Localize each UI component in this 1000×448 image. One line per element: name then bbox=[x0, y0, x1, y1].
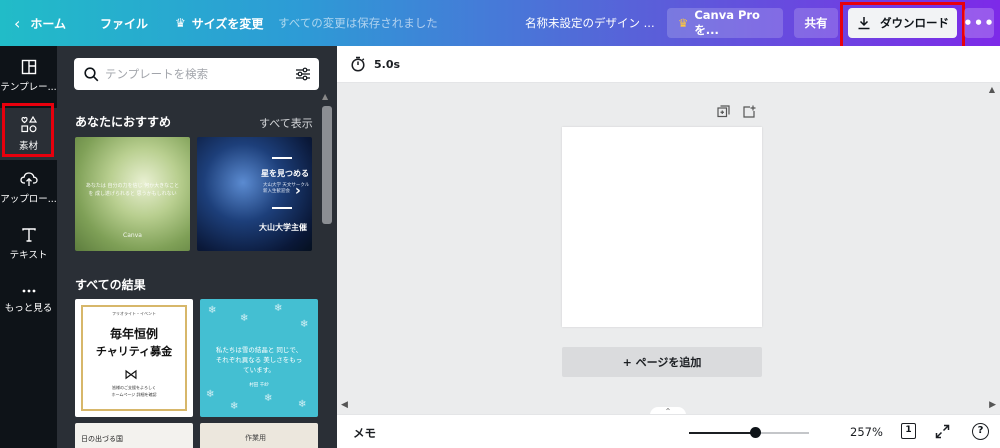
bowtie-icon: ⋈ bbox=[124, 367, 138, 383]
fullscreen-icon[interactable] bbox=[935, 424, 950, 439]
zoom-slider-knob[interactable] bbox=[750, 427, 761, 438]
template-rule bbox=[272, 207, 292, 209]
text-icon bbox=[21, 228, 36, 242]
snowflake-icon: ❄ bbox=[230, 401, 239, 412]
template-subtitle: チャリティ募金 bbox=[95, 345, 173, 358]
top-bar: ‹ ホーム ファイル ♛ サイズを変更 すべての変更は保存されました 名称未設定… bbox=[0, 0, 1000, 53]
snowflake-icon: ❄ bbox=[300, 319, 309, 330]
canva-pro-label: Canva Proを... bbox=[694, 8, 760, 37]
template-thumbnail[interactable]: 星を見つめる 大山大学 天文サークル 新入生歓迎会 大山大学主催 › bbox=[197, 137, 312, 251]
template-title: 日の出づる国 bbox=[81, 435, 123, 443]
rail-label: もっと見る bbox=[4, 303, 53, 314]
zoom-slider-track[interactable] bbox=[689, 432, 755, 434]
template-subtext: 大山大学 天文サークル 新入生歓迎会 bbox=[263, 183, 310, 194]
rail-label: テキスト bbox=[9, 250, 48, 261]
scroll-right-icon[interactable]: ▶ bbox=[989, 400, 996, 410]
bottom-bar: メモ 257% 1 ? bbox=[337, 414, 1000, 448]
side-panel: テンプレートを検索 あなたにおすすめ すべて表示 あなたは 自分の力を信じ 何か… bbox=[57, 46, 337, 448]
template-icon bbox=[21, 59, 36, 75]
filter-icon[interactable] bbox=[295, 66, 311, 82]
template-title: 毎年恒例 bbox=[109, 327, 158, 341]
template-signature: Canva bbox=[123, 232, 142, 239]
canvas-area: ▲ + ページを追加 ◀ ▶ ⌃ bbox=[337, 83, 1000, 417]
resize-label: サイズを変更 bbox=[191, 16, 264, 31]
home-label: ホーム bbox=[30, 16, 67, 31]
template-quote: 私たちは雪の結晶と 同じで、それぞれ異なる 美しさをもっています。 bbox=[215, 346, 303, 374]
left-rail: テンプレー... 素材 アップロー... テキスト もっと見る bbox=[0, 46, 57, 448]
snowflake-icon: ❄ bbox=[240, 313, 249, 324]
template-title: 作業用 bbox=[245, 434, 266, 442]
search-placeholder: テンプレートを検索 bbox=[105, 67, 209, 81]
notes-button[interactable]: メモ bbox=[353, 425, 376, 441]
template-small-text: 皆様のご支援をよろしく bbox=[112, 385, 156, 390]
template-text: あなたは 自分の力を信じ 何か大きなことを 成し遂げられると 思うかもしれない bbox=[85, 183, 180, 197]
results-heading: すべての結果 bbox=[75, 278, 146, 292]
zoom-level[interactable]: 257% bbox=[850, 425, 883, 439]
canva-pro-button[interactable]: ♛ Canva Proを... bbox=[667, 8, 783, 38]
template-thumbnail[interactable]: 作業用 bbox=[200, 423, 318, 448]
upload-cloud-icon bbox=[19, 172, 38, 186]
panel-scrollbar[interactable]: ▲ bbox=[321, 92, 333, 448]
rail-item-uploads[interactable]: アップロー... bbox=[0, 162, 57, 214]
rail-item-more[interactable]: もっと見る bbox=[0, 274, 57, 326]
zoom-slider-rest bbox=[755, 432, 809, 434]
design-page[interactable] bbox=[562, 127, 762, 327]
duration-button[interactable]: 5.0s bbox=[350, 56, 400, 72]
add-page-icon[interactable] bbox=[743, 105, 756, 118]
scroll-thumb[interactable] bbox=[322, 106, 332, 224]
template-author: 村田 千紗 bbox=[249, 383, 269, 388]
crown-icon: ♛ bbox=[678, 16, 689, 30]
scroll-up-icon[interactable]: ▲ bbox=[989, 85, 995, 94]
search-icon bbox=[84, 66, 99, 81]
template-thumbnail[interactable]: フリオライト・イベント 毎年恒例 チャリティ募金 ⋈ 皆様のご支援をよろしく ホ… bbox=[75, 299, 193, 417]
home-button[interactable]: ‹ ホーム bbox=[14, 0, 66, 46]
add-page-button[interactable]: + ページを追加 bbox=[562, 347, 762, 377]
template-rule bbox=[272, 157, 292, 159]
stopwatch-icon bbox=[351, 56, 365, 72]
template-title: 星を見つめる bbox=[261, 169, 309, 178]
elements-highlight-box bbox=[2, 103, 54, 157]
crown-icon: ♛ bbox=[175, 16, 186, 30]
template-thumbnail[interactable]: ❄ ❄ ❄ ❄ ❄ ❄ ❄ ❄ 私たちは雪の結晶と 同じで、それぞれ異なる 美し… bbox=[200, 299, 318, 417]
rail-label: テンプレー... bbox=[0, 82, 57, 93]
snowflake-icon: ❄ bbox=[264, 393, 273, 404]
template-small-text: ホームページ 詳細を確認 bbox=[111, 392, 157, 397]
scroll-left-icon[interactable]: ◀ bbox=[341, 400, 348, 410]
template-top-text: フリオライト・イベント bbox=[112, 311, 156, 316]
duplicate-page-icon[interactable] bbox=[717, 105, 730, 118]
carousel-next-icon[interactable]: › bbox=[295, 183, 301, 199]
template-thumbnail[interactable]: あなたは 自分の力を信じ 何か大きなことを 成し遂げられると 思うかもしれない … bbox=[75, 137, 190, 251]
snowflake-icon: ❄ bbox=[298, 399, 307, 410]
template-search-field[interactable]: テンプレートを検索 bbox=[74, 58, 319, 90]
design-title[interactable]: 名称未設定のデザイン ... bbox=[525, 0, 655, 46]
snowflake-icon: ❄ bbox=[208, 305, 217, 316]
file-menu-button[interactable]: ファイル bbox=[100, 0, 148, 46]
page-count-button[interactable]: 1 bbox=[901, 423, 916, 439]
more-options-button[interactable]: ••• bbox=[963, 8, 994, 38]
more-dots-icon bbox=[22, 289, 35, 293]
rail-item-text[interactable]: テキスト bbox=[0, 218, 57, 270]
editor-toolbar: 5.0s bbox=[337, 46, 1000, 83]
scroll-up-icon[interactable]: ▲ bbox=[322, 92, 328, 101]
save-status: すべての変更は保存されました bbox=[278, 16, 438, 30]
resize-button[interactable]: ♛ サイズを変更 bbox=[175, 0, 263, 46]
page-tools bbox=[717, 105, 756, 118]
recommended-heading: あなたにおすすめ bbox=[75, 115, 172, 129]
rail-item-templates[interactable]: テンプレー... bbox=[0, 50, 57, 102]
rail-label: アップロー... bbox=[0, 194, 57, 205]
template-bottom-title: 大山大学主催 bbox=[259, 223, 307, 232]
chevron-left-icon: ‹ bbox=[14, 13, 21, 33]
share-button[interactable]: 共有 bbox=[794, 8, 838, 38]
show-all-link[interactable]: すべて表示 bbox=[259, 115, 313, 131]
help-button[interactable]: ? bbox=[972, 423, 989, 440]
template-thumbnail[interactable]: 日の出づる国 bbox=[75, 423, 193, 448]
snowflake-icon: ❄ bbox=[274, 303, 283, 314]
duration-label: 5.0s bbox=[374, 57, 401, 71]
